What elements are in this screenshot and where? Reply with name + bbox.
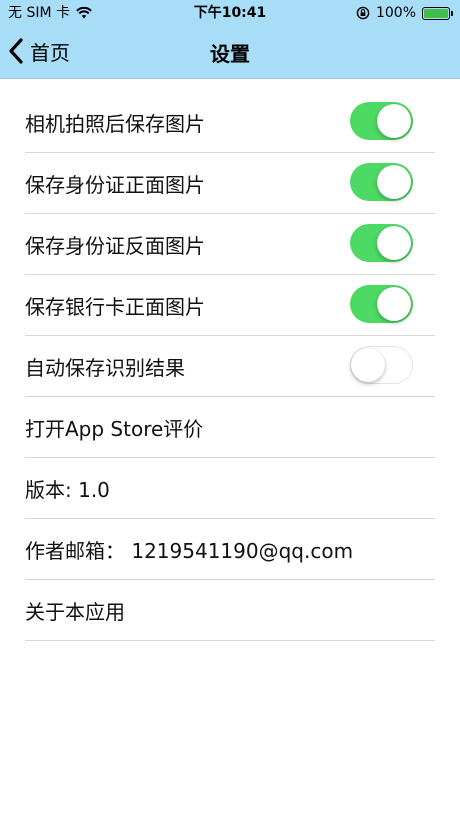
toggle-auto-save-result[interactable] (350, 346, 413, 384)
setting-row-save-id-front: 保存身份证正面图片 (25, 153, 435, 214)
page-title: 设置 (210, 42, 250, 66)
toggle-save-id-back[interactable] (350, 224, 413, 262)
setting-label: 保存身份证正面图片 (25, 172, 205, 197)
setting-label: 相机拍照后保存图片 (25, 111, 205, 136)
rotation-lock-icon (356, 6, 370, 20)
setting-row-save-bank-card: 保存银行卡正面图片 (25, 275, 435, 336)
setting-label: 自动保存识别结果 (25, 355, 185, 380)
version-label: 版本: 1.0 (25, 477, 110, 502)
toggle-knob (377, 287, 411, 321)
toggle-knob (351, 347, 385, 382)
battery-icon (422, 6, 453, 20)
setting-label: 打开App Store评价 (25, 416, 204, 441)
author-email-label: 作者邮箱： 1219541190@qq.com (25, 538, 354, 563)
setting-row-save-camera-photo: 相机拍照后保存图片 (25, 92, 435, 153)
setting-row-about-app[interactable]: 关于本应用 (25, 580, 435, 641)
setting-row-save-id-back: 保存身份证反面图片 (25, 214, 435, 275)
status-bar: 无 SIM 卡 下午10:41 100% (0, 0, 460, 26)
toggle-knob (377, 104, 411, 138)
toggle-knob (377, 226, 411, 260)
toggle-save-bank-card[interactable] (350, 285, 413, 323)
setting-label: 保存身份证反面图片 (25, 233, 205, 258)
toggle-knob (377, 165, 411, 199)
toggle-save-camera-photo[interactable] (350, 102, 413, 140)
battery-fill (424, 8, 448, 18)
setting-row-author-email[interactable]: 作者邮箱： 1219541190@qq.com (25, 519, 435, 580)
nav-bar: 首页 设置 (0, 26, 460, 78)
setting-row-app-store-review[interactable]: 打开App Store评价 (25, 397, 435, 458)
setting-row-version: 版本: 1.0 (25, 458, 435, 519)
battery-percent: 100% (375, 5, 416, 21)
setting-label: 关于本应用 (25, 599, 125, 624)
toggle-save-id-front[interactable] (350, 163, 413, 201)
status-right: 100% (356, 0, 453, 26)
header: 无 SIM 卡 下午10:41 100% 首页 设置 (0, 0, 460, 79)
setting-row-auto-save-result: 自动保存识别结果 (25, 336, 435, 397)
settings-list: 相机拍照后保存图片 保存身份证正面图片 保存身份证反面图片 保存银行卡正面图片 … (0, 92, 460, 641)
setting-label: 保存银行卡正面图片 (25, 294, 205, 319)
